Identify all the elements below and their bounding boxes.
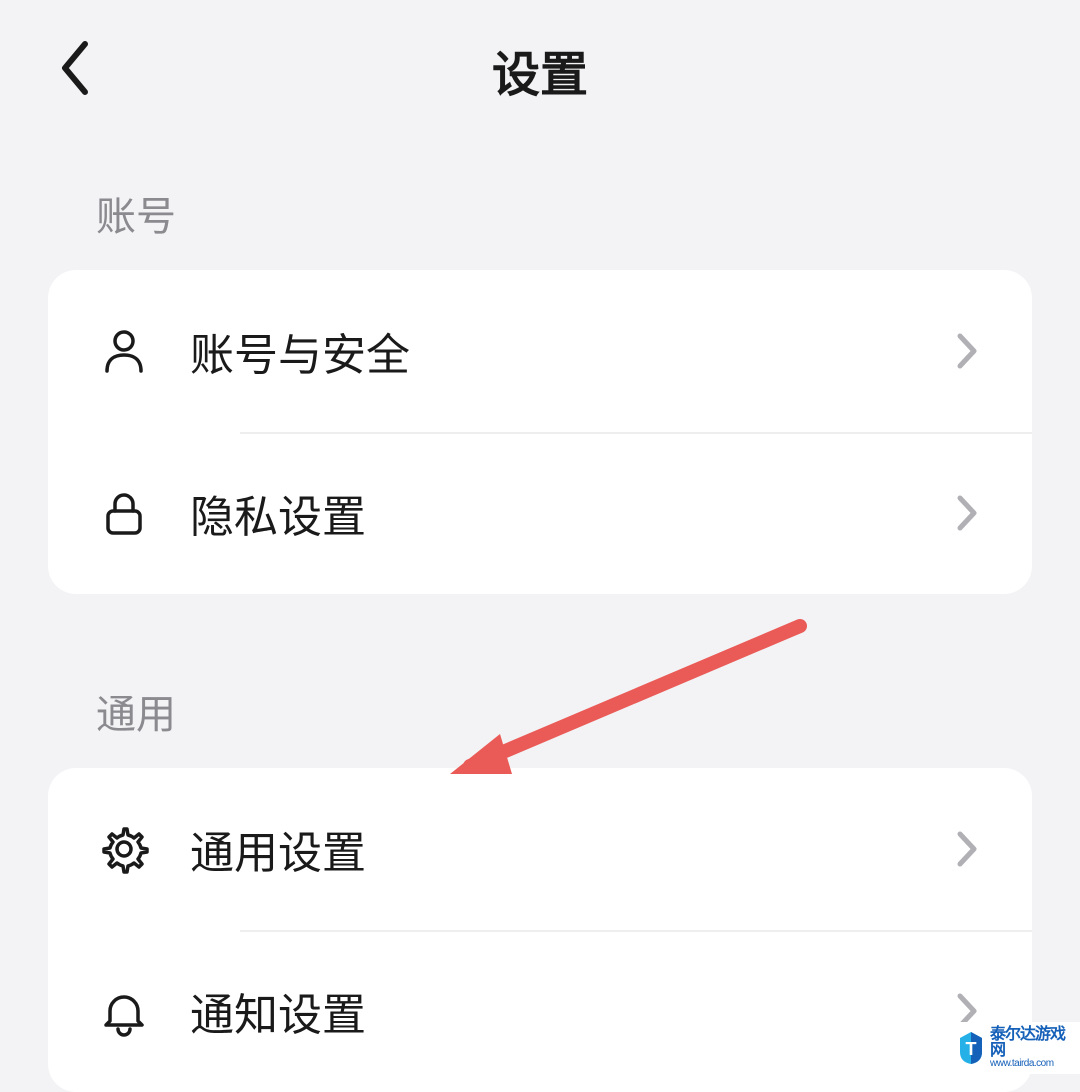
general-card: 通用设置 通知设置: [48, 768, 1032, 1092]
chevron-right-icon: [952, 829, 982, 869]
gear-icon: [98, 823, 150, 875]
person-icon: [98, 325, 150, 377]
watermark-line2: www.tairda.com: [990, 1059, 1074, 1069]
bell-icon: [98, 985, 150, 1037]
back-button[interactable]: [45, 40, 105, 100]
page-header: 设置: [0, 0, 1080, 140]
chevron-right-icon: [952, 493, 982, 533]
svg-text:T: T: [966, 1039, 977, 1059]
list-item-label: 通用设置: [190, 817, 952, 881]
list-item-label: 通知设置: [190, 979, 952, 1043]
section-label-general: 通用: [0, 662, 1080, 768]
list-item-general-settings[interactable]: 通用设置: [48, 768, 1032, 930]
section-label-account: 账号: [0, 164, 1080, 270]
page-title: 设置: [492, 35, 588, 105]
chevron-right-icon: [952, 331, 982, 371]
list-item-label: 账号与安全: [190, 319, 952, 383]
watermark-line1: 泰尔达游戏网: [990, 1027, 1074, 1059]
list-item-account-security[interactable]: 账号与安全: [48, 270, 1032, 432]
chevron-left-icon: [57, 38, 93, 103]
list-item-notification-settings[interactable]: 通知设置: [48, 930, 1032, 1092]
watermark-text: 泰尔达游戏网 www.tairda.com: [990, 1027, 1074, 1069]
lock-icon: [98, 487, 150, 539]
watermark-logo-icon: T: [956, 1030, 986, 1066]
watermark: T 泰尔达游戏网 www.tairda.com: [950, 1022, 1080, 1074]
account-card: 账号与安全 隐私设置: [48, 270, 1032, 594]
list-item-label: 隐私设置: [190, 481, 952, 545]
list-item-privacy[interactable]: 隐私设置: [48, 432, 1032, 594]
